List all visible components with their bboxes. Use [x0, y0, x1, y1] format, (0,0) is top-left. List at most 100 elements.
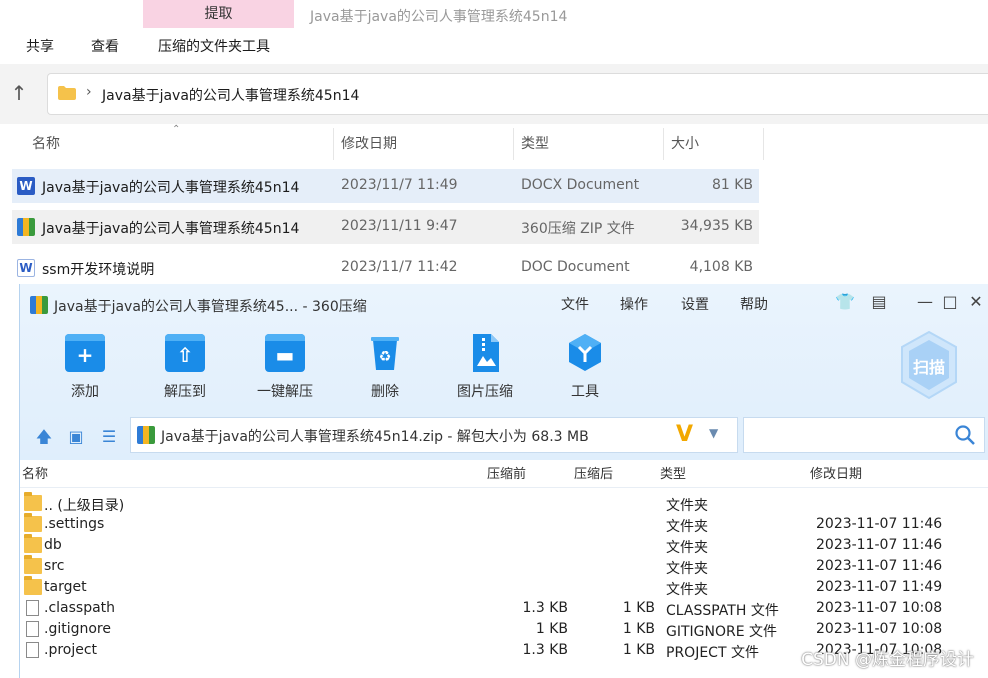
- column-date[interactable]: 修改日期: [810, 462, 862, 488]
- one-click-extract-label: 一键解压: [257, 384, 313, 400]
- tools-label: 工具: [571, 384, 599, 400]
- archive-row[interactable]: src 文件夹 2023-11-07 11:46: [20, 555, 980, 577]
- file-date: 2023/11/11 9:47: [341, 218, 458, 234]
- chevron-right-icon[interactable]: ›: [86, 84, 92, 100]
- extract-to-button[interactable]: ⇧ 解压到: [145, 334, 225, 404]
- file-row[interactable]: W Java基于java的公司人事管理系统45n14 2023/11/7 11:…: [12, 169, 759, 203]
- archive-window-title: Java基于java的公司人事管理系统45... - 360压缩: [54, 299, 367, 315]
- word-icon: W: [17, 259, 35, 277]
- minimize-icon[interactable]: —: [912, 290, 938, 314]
- column-size[interactable]: 大小: [671, 128, 764, 160]
- file-name: ssm开发环境说明: [42, 262, 155, 278]
- archive-row[interactable]: .settings 文件夹 2023-11-07 11:46: [20, 513, 980, 535]
- archive-path: Java基于java的公司人事管理系统45n14.zip - 解包大小为 68.…: [161, 429, 589, 445]
- entry-type: 文件夹: [666, 498, 708, 514]
- column-after[interactable]: 压缩后: [574, 462, 613, 488]
- column-type[interactable]: 类型: [521, 128, 664, 160]
- file-icon: [26, 642, 39, 658]
- folder-icon: [24, 555, 42, 574]
- column-date[interactable]: 修改日期: [341, 128, 514, 160]
- v-logo-icon: V: [676, 422, 694, 447]
- window-title: Java基于java的公司人事管理系统45n14: [310, 9, 568, 25]
- menu-operate[interactable]: 操作: [620, 294, 648, 314]
- add-label: 添加: [71, 384, 99, 400]
- folder-icon: [24, 534, 42, 553]
- scan-button[interactable]: 扫描: [898, 330, 960, 400]
- file-type: DOC Document: [521, 259, 630, 275]
- watermark: CSDN @炼金程序设计: [801, 650, 974, 670]
- folder-icon: [24, 576, 42, 595]
- archive-row[interactable]: db 文件夹 2023-11-07 11:46: [20, 534, 980, 556]
- entry-name: .project: [44, 642, 98, 658]
- file-name: Java基于java的公司人事管理系统45n14: [42, 180, 300, 196]
- scan-label: 扫描: [912, 358, 945, 377]
- entry-name: target: [44, 579, 87, 595]
- thumbnail-view-icon[interactable]: ▣: [65, 426, 87, 448]
- menu-settings[interactable]: 设置: [681, 294, 709, 314]
- ribbon-compressed-folder-tools[interactable]: 压缩的文件夹工具: [158, 36, 270, 56]
- image-compress-label: 图片压缩: [457, 384, 513, 400]
- maximize-icon[interactable]: □: [937, 290, 963, 314]
- entry-name: .. (上级目录): [44, 498, 125, 514]
- search-icon[interactable]: [954, 424, 976, 446]
- archive-search-input[interactable]: [743, 417, 985, 453]
- feedback-icon[interactable]: ▤: [866, 290, 892, 314]
- tools-button[interactable]: 工具: [545, 334, 625, 404]
- entry-date: 2023-11-07 11:46: [816, 558, 943, 574]
- ribbon-view[interactable]: 查看: [91, 36, 119, 56]
- folder-icon: [24, 492, 42, 511]
- up-level-icon[interactable]: 🡅: [33, 426, 55, 448]
- menu-file[interactable]: 文件: [561, 294, 589, 314]
- entry-size-before: 1.3 KB: [522, 600, 569, 616]
- address-path: Java基于java的公司人事管理系统45n14: [102, 88, 360, 104]
- archive-row[interactable]: target 文件夹 2023-11-07 11:49: [20, 576, 980, 598]
- image-compress-button[interactable]: 图片压缩: [445, 334, 525, 404]
- zip-icon: [17, 218, 35, 236]
- zip-icon: [30, 296, 48, 314]
- column-name[interactable]: 名称: [32, 128, 334, 160]
- archive-row-parent[interactable]: .. (上级目录) 文件夹: [20, 492, 980, 514]
- address-bar[interactable]: › Java基于java的公司人事管理系统45n14: [47, 73, 988, 115]
- file-row[interactable]: W ssm开发环境说明 2023/11/7 11:42 DOC Document…: [12, 251, 759, 285]
- entry-type: 文件夹: [666, 582, 708, 598]
- entry-type: 文件夹: [666, 561, 708, 577]
- column-name[interactable]: 名称: [22, 462, 48, 488]
- file-size: 4,108 KB: [689, 259, 753, 275]
- file-row[interactable]: Java基于java的公司人事管理系统45n14 2023/11/11 9:47…: [12, 210, 759, 244]
- delete-label: 删除: [371, 384, 399, 400]
- archive-row[interactable]: .gitignore 1 KB 1 KB GITIGNORE 文件 2023-1…: [20, 619, 980, 640]
- column-before[interactable]: 压缩前: [487, 462, 526, 488]
- entry-date: 2023-11-07 11:49: [816, 579, 943, 595]
- entry-type: 文件夹: [666, 540, 708, 556]
- close-icon[interactable]: ✕: [963, 290, 988, 314]
- entry-size-after: 1 KB: [622, 600, 655, 616]
- svg-text:♻: ♻: [379, 349, 392, 365]
- entry-date: 2023-11-07 10:08: [816, 621, 943, 637]
- delete-button[interactable]: ♻ 删除: [345, 334, 425, 404]
- entry-date: 2023-11-07 11:46: [816, 537, 943, 553]
- archive-row[interactable]: .classpath 1.3 KB 1 KB CLASSPATH 文件 2023…: [20, 598, 980, 619]
- add-button[interactable]: + 添加: [45, 334, 125, 404]
- entry-type: GITIGNORE 文件: [666, 624, 778, 640]
- menu-help[interactable]: 帮助: [740, 294, 768, 314]
- column-type[interactable]: 类型: [660, 462, 686, 488]
- up-arrow-icon[interactable]: ↑: [9, 80, 29, 106]
- file-size: 81 KB: [711, 177, 753, 193]
- archive-window: Java基于java的公司人事管理系统45... - 360压缩 文件 操作 设…: [19, 284, 988, 678]
- one-click-extract-button[interactable]: ▬ 一键解压: [245, 334, 325, 404]
- entry-name: db: [44, 537, 62, 553]
- entry-size-before: 1 KB: [535, 621, 568, 637]
- skin-shirt-icon[interactable]: 👕: [832, 290, 858, 314]
- entry-type: CLASSPATH 文件: [666, 603, 779, 619]
- entry-date: 2023-11-07 11:46: [816, 516, 943, 532]
- file-date: 2023/11/7 11:42: [341, 259, 458, 275]
- extract-to-icon: ⇧: [165, 334, 205, 372]
- ribbon-share[interactable]: 共享: [26, 36, 54, 56]
- archive-path-bar[interactable]: Java基于java的公司人事管理系统45n14.zip - 解包大小为 68.…: [130, 417, 738, 453]
- chevron-down-icon[interactable]: ▼: [709, 426, 718, 440]
- entry-size-after: 1 KB: [622, 621, 655, 637]
- file-date: 2023/11/7 11:49: [341, 177, 458, 193]
- word-icon: W: [17, 177, 35, 195]
- tab-extract[interactable]: 提取: [143, 0, 294, 28]
- list-view-icon[interactable]: ☰: [98, 426, 120, 448]
